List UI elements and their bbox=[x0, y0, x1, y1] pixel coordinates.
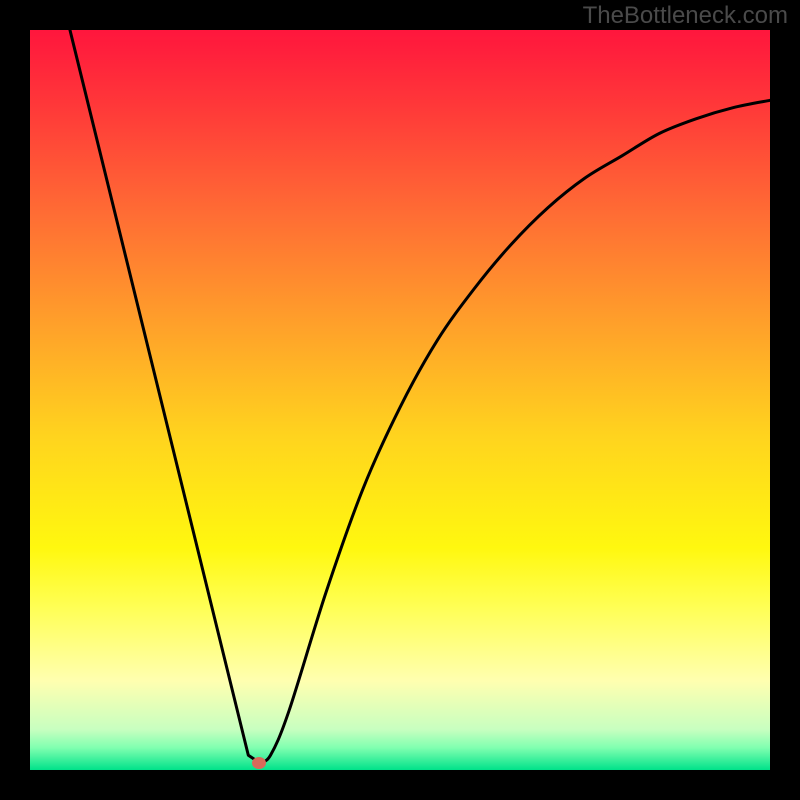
bottleneck-curve bbox=[30, 30, 770, 770]
watermark-text: TheBottleneck.com bbox=[583, 2, 788, 30]
chart-frame bbox=[30, 30, 770, 770]
minimum-marker-dot bbox=[252, 757, 266, 769]
